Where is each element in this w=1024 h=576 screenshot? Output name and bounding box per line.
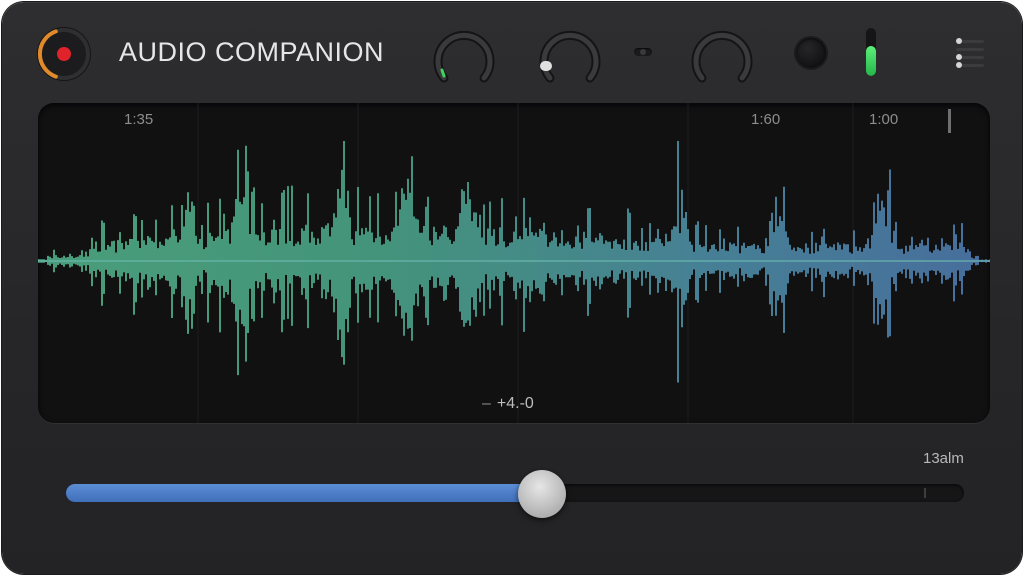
menu-icon[interactable] [952,36,986,74]
app-title: AUDIO COMPANION [119,37,385,67]
level-readout: – +4.-0 [482,395,534,412]
audio-companion-window: AUDIO COMPANION 1:35 1:60 1:00 – +4.-0 1… [2,2,1022,574]
level-meter-fill [866,46,876,76]
knob-2[interactable] [538,26,602,90]
knob-3[interactable] [690,26,754,90]
timeline-label: 1:00 [869,111,899,128]
stop-icon[interactable] [796,38,826,68]
playback-thumb[interactable] [517,470,566,518]
waveform [38,103,990,423]
record-icon [57,47,71,61]
knob-1-indicator [440,68,446,78]
toolbar: AUDIO COMPANION [2,2,1022,102]
waveform-bars [38,141,990,383]
knob-2-indicator [540,61,552,71]
record-button[interactable] [34,24,94,84]
knob-1[interactable] [432,26,496,90]
toggle-icon[interactable] [634,48,652,56]
end-marker [924,488,926,498]
timeline-label: 1:35 [124,111,154,128]
playback-slider[interactable] [66,484,964,502]
timeline-label: 1:60 [751,111,781,128]
playback-progress [66,484,542,502]
duration-label: 13alm [923,450,964,467]
waveform-display[interactable]: 1:35 1:60 1:00 – +4.-0 [38,103,990,423]
level-meter [866,28,876,76]
playhead-marker [948,109,951,133]
